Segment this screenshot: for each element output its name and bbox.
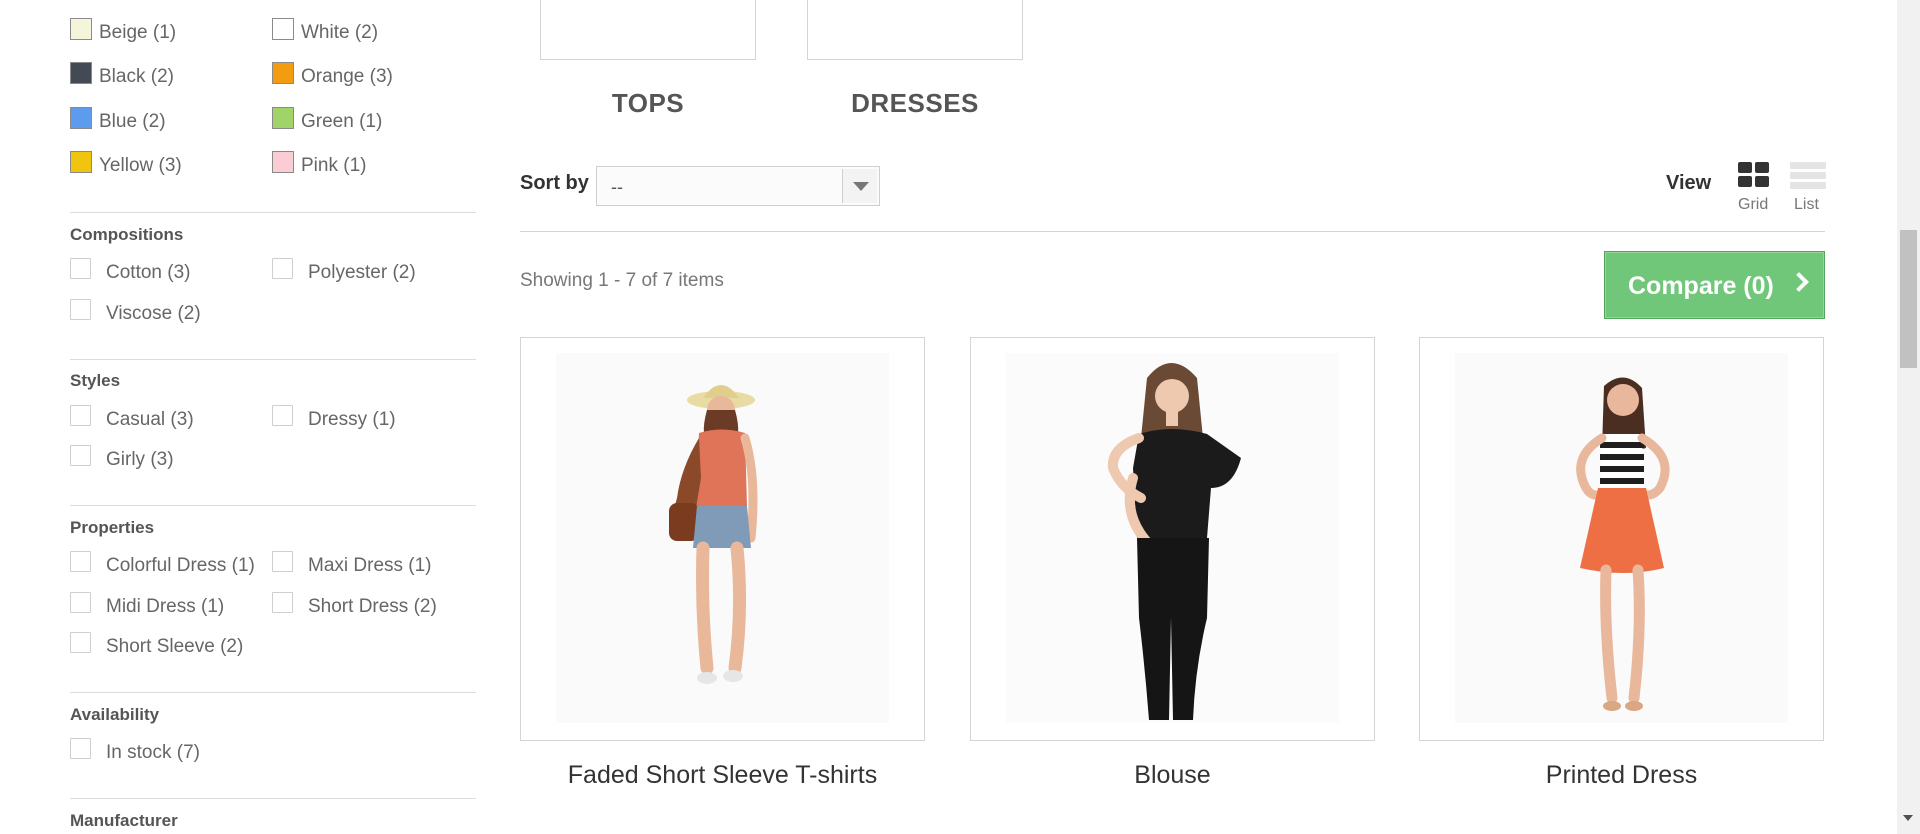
- subcategory-link-tops[interactable]: TOPS: [540, 88, 756, 119]
- color-swatch[interactable]: [272, 18, 294, 40]
- page-scrollbar[interactable]: [1897, 0, 1920, 834]
- compare-button[interactable]: Compare (0): [1604, 251, 1825, 319]
- filter-group-title-styles: Styles: [70, 371, 121, 390]
- product-photo-blouse: [1006, 353, 1339, 723]
- product-card[interactable]: Faded Short Sleeve T-shirts: [520, 337, 925, 789]
- sort-by-label: Sort by: [520, 172, 589, 194]
- filter-divider: [70, 359, 476, 360]
- color-swatch[interactable]: [272, 107, 294, 129]
- color-label: Yellow (3): [99, 155, 182, 176]
- list-view-label[interactable]: List: [1794, 196, 1819, 214]
- color-swatch[interactable]: [70, 151, 92, 173]
- color-label: Beige (1): [99, 22, 177, 43]
- product-count: Showing 1 - 7 of 7 items: [520, 270, 724, 291]
- filter-group-title-compositions: Compositions: [70, 225, 184, 244]
- sort-by-value: --: [611, 177, 623, 197]
- color-swatch[interactable]: [70, 107, 92, 129]
- filter-label-viscose: Viscose (2): [106, 303, 201, 324]
- filter-group-title-availability: Availability: [70, 705, 160, 724]
- product-name-link[interactable]: Faded Short Sleeve T-shirts: [520, 761, 925, 790]
- product-image[interactable]: [970, 337, 1375, 741]
- filter-label-girly: Girly (3): [106, 449, 174, 470]
- filter-checkbox-cotton[interactable]: [70, 258, 91, 279]
- filter-label-cotton: Cotton (3): [106, 262, 191, 283]
- filter-group-title-properties: Properties: [70, 518, 155, 537]
- filter-label-colorful-dress: Colorful Dress (1): [106, 555, 255, 576]
- grid-view-icon[interactable]: [1738, 162, 1770, 188]
- filter-label-maxi-dress: Maxi Dress (1): [308, 555, 432, 576]
- product-photo-faded-tshirt: [556, 353, 889, 723]
- filter-label-casual: Casual (3): [106, 409, 194, 430]
- color-swatch[interactable]: [272, 62, 294, 84]
- filter-checkbox-polyester[interactable]: [272, 258, 293, 279]
- color-label: Blue (2): [99, 111, 166, 132]
- filter-label-polyester: Polyester (2): [308, 262, 416, 283]
- product-name-link[interactable]: Blouse: [970, 761, 1375, 790]
- color-label: White (2): [301, 22, 379, 43]
- scrollbar-thumb[interactable]: [1900, 230, 1917, 368]
- color-swatch[interactable]: [70, 18, 92, 40]
- filter-label-short-dress: Short Dress (2): [308, 596, 437, 617]
- color-label: Green (1): [301, 111, 383, 132]
- product-image[interactable]: [1419, 337, 1824, 741]
- color-label: Pink (1): [301, 155, 367, 176]
- product-name-link[interactable]: Printed Dress: [1419, 761, 1824, 790]
- filter-label-dressy: Dressy (1): [308, 409, 396, 430]
- compare-button-label: Compare (0): [1628, 272, 1774, 300]
- filter-checkbox-in-stock[interactable]: [70, 738, 91, 759]
- list-view-icon[interactable]: [1790, 162, 1826, 189]
- filter-checkbox-short-dress[interactable]: [272, 592, 293, 613]
- product-image[interactable]: [520, 337, 925, 741]
- color-swatch[interactable]: [70, 62, 92, 84]
- filter-label-midi-dress: Midi Dress (1): [106, 596, 225, 617]
- subcategory-link-dresses[interactable]: DRESSES: [807, 88, 1023, 119]
- chevron-right-icon: [1789, 272, 1809, 292]
- filter-checkbox-short-sleeve[interactable]: [70, 632, 91, 653]
- color-label: Orange (3): [301, 66, 393, 87]
- color-label: Black (2): [99, 66, 174, 87]
- product-card[interactable]: Blouse: [970, 337, 1375, 789]
- filter-group-title-manufacturer: Manufacturer: [70, 811, 178, 830]
- filter-checkbox-dressy[interactable]: [272, 405, 293, 426]
- filter-checkbox-midi-dress[interactable]: [70, 592, 91, 613]
- subcategory-image-tops[interactable]: [540, 0, 756, 60]
- scroll-down-arrow-icon[interactable]: [1903, 815, 1913, 821]
- filter-divider: [70, 212, 476, 213]
- filter-divider: [70, 798, 476, 799]
- view-label: View: [1666, 172, 1712, 194]
- filter-label-in-stock: In stock (7): [106, 742, 200, 763]
- filter-checkbox-maxi-dress[interactable]: [272, 551, 293, 572]
- filter-divider: [70, 692, 476, 693]
- color-swatch[interactable]: [272, 151, 294, 173]
- toolbar-divider: [520, 231, 1825, 232]
- filter-label-short-sleeve: Short Sleeve (2): [106, 636, 244, 657]
- grid-view-label[interactable]: Grid: [1738, 196, 1768, 214]
- filter-checkbox-colorful-dress[interactable]: [70, 551, 91, 572]
- product-card[interactable]: Printed Dress: [1419, 337, 1824, 789]
- sort-by-select[interactable]: --: [596, 166, 880, 206]
- filter-checkbox-girly[interactable]: [70, 445, 91, 466]
- chevron-down-icon[interactable]: [842, 169, 877, 203]
- filter-checkbox-casual[interactable]: [70, 405, 91, 426]
- filter-divider: [70, 505, 476, 506]
- filter-checkbox-viscose[interactable]: [70, 299, 91, 320]
- subcategory-image-dresses[interactable]: [807, 0, 1023, 60]
- product-photo-printed-dress: [1455, 353, 1788, 723]
